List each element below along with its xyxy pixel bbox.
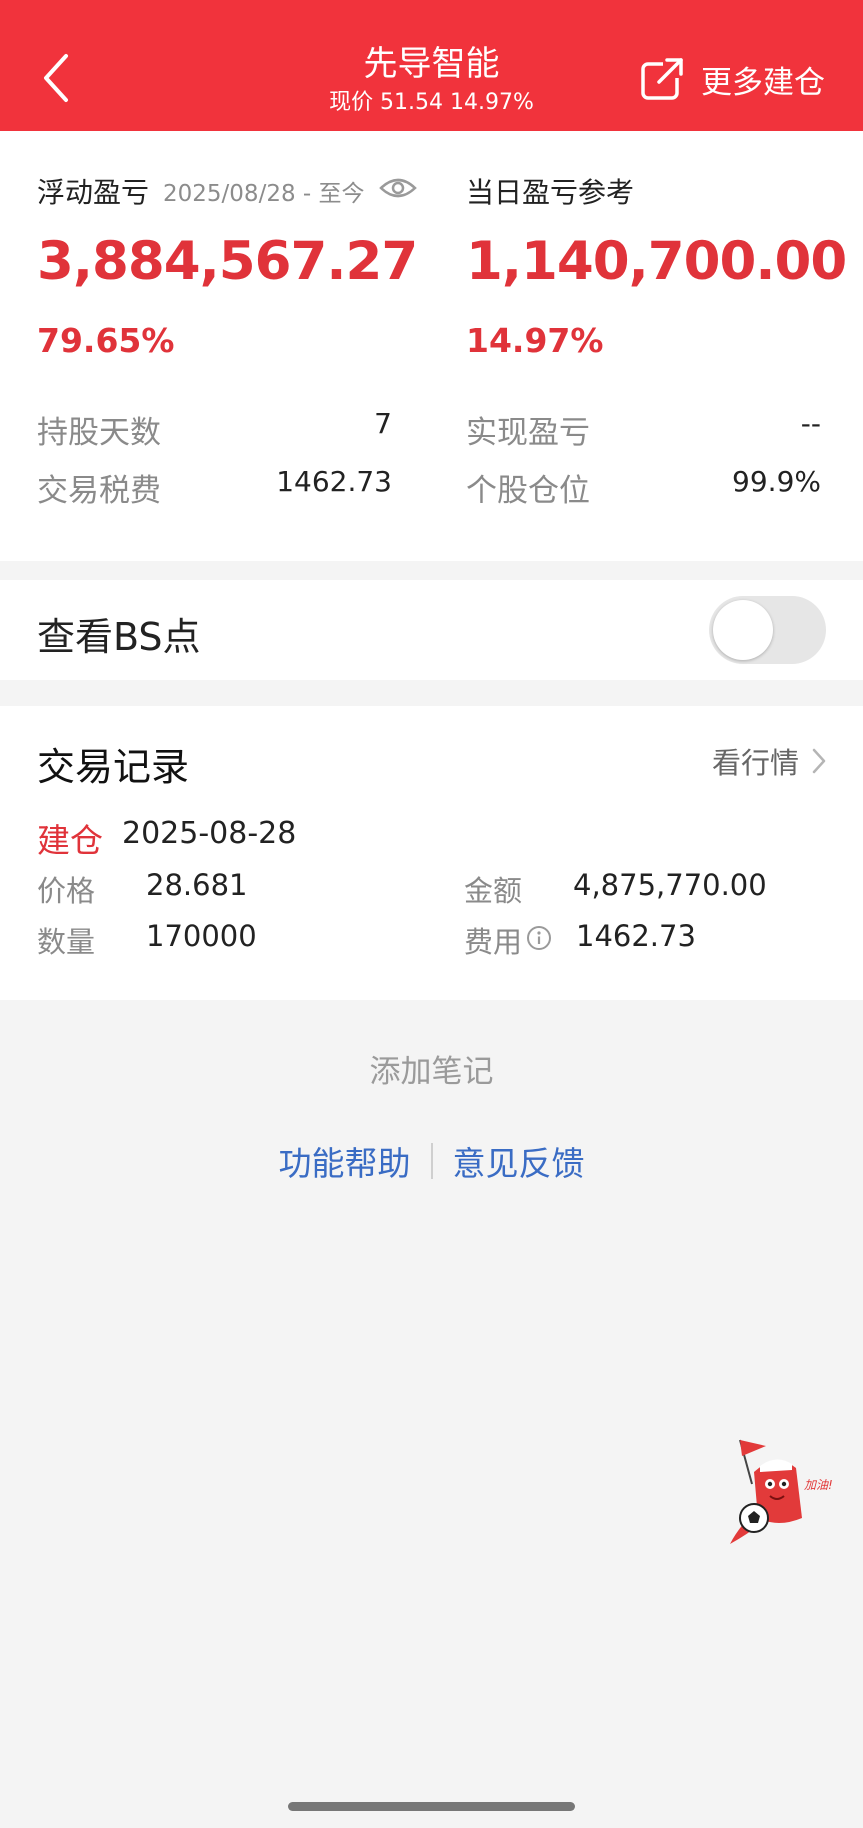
floating-pnl-title: 浮动盈亏	[37, 176, 150, 209]
info-icon[interactable]	[526, 925, 552, 955]
realized-pnl-row: 实现盈亏 --	[466, 407, 821, 451]
date-range: 2025/08/28 - 至今	[163, 181, 365, 207]
trade-records-card: 交易记录 看行情 建仓 2025-08-28 价格 28.681 金额 4,87…	[0, 706, 863, 1000]
realized-pnl-label: 实现盈亏	[466, 415, 590, 451]
daily-pnl-pct: 14.97%	[466, 321, 604, 360]
entry-date: 2025-08-28	[122, 816, 297, 851]
trade-records-title: 交易记录	[37, 745, 190, 789]
fee-value: 1462.73	[576, 919, 696, 953]
floating-pnl-pct: 79.65%	[37, 321, 175, 360]
add-note-button[interactable]: 添加笔记	[0, 1046, 863, 1091]
quantity-value: 170000	[146, 919, 257, 953]
feedback-link[interactable]: 意见反馈	[453, 1137, 585, 1185]
mascot-text: 加油!	[804, 1478, 833, 1492]
floating-pnl-value: 3,884,567.27	[37, 231, 418, 292]
tax-row: 交易税费 1462.73	[37, 465, 392, 509]
toggle-knob	[713, 600, 773, 660]
footer-links: 功能帮助 意见反馈	[0, 1137, 863, 1185]
bs-points-toggle[interactable]	[709, 596, 826, 664]
hold-days-label: 持股天数	[37, 415, 161, 451]
floating-pnl-header: 浮动盈亏 2025/08/28 - 至今	[37, 171, 417, 211]
top-bar: 先导智能 现价 51.54 14.97% 更多建仓	[0, 0, 863, 131]
amount-label: 金额	[464, 874, 523, 908]
view-market-label: 看行情	[711, 746, 799, 780]
amount-value: 4,875,770.00	[573, 868, 767, 902]
price-value: 28.681	[146, 868, 248, 902]
price-label: 价格	[37, 874, 96, 908]
view-market-link[interactable]: 看行情	[712, 740, 827, 782]
tax-label: 交易税费	[37, 473, 161, 509]
more-positions-label: 更多建仓	[701, 64, 825, 101]
more-positions-button[interactable]: 更多建仓	[639, 54, 825, 104]
bs-points-label: 查看BS点	[37, 615, 201, 659]
pnl-summary-card: 浮动盈亏 2025/08/28 - 至今 3,884,567.27 79.65%…	[0, 131, 863, 561]
eye-icon[interactable]	[378, 175, 417, 208]
hold-days-row: 持股天数 7	[37, 407, 392, 451]
mascot-widget[interactable]: 加油!	[726, 1432, 841, 1552]
position-row: 个股仓位 99.9%	[466, 465, 821, 509]
share-external-icon	[641, 58, 683, 100]
divider	[430, 1143, 433, 1179]
realized-pnl-value: --	[800, 407, 821, 440]
hold-days-value: 7	[374, 407, 392, 440]
daily-pnl-title: 当日盈亏参考	[466, 176, 635, 209]
help-link[interactable]: 功能帮助	[279, 1137, 411, 1185]
tax-value: 1462.73	[276, 465, 392, 498]
position-label: 个股仓位	[466, 473, 590, 509]
entry-type: 建仓	[37, 821, 103, 860]
quantity-label: 数量	[37, 925, 96, 959]
chevron-right-icon	[812, 748, 826, 774]
position-value: 99.9%	[732, 465, 821, 498]
daily-pnl-value: 1,140,700.00	[466, 231, 847, 292]
fee-label: 费用	[464, 925, 523, 959]
home-indicator[interactable]	[288, 1802, 575, 1811]
